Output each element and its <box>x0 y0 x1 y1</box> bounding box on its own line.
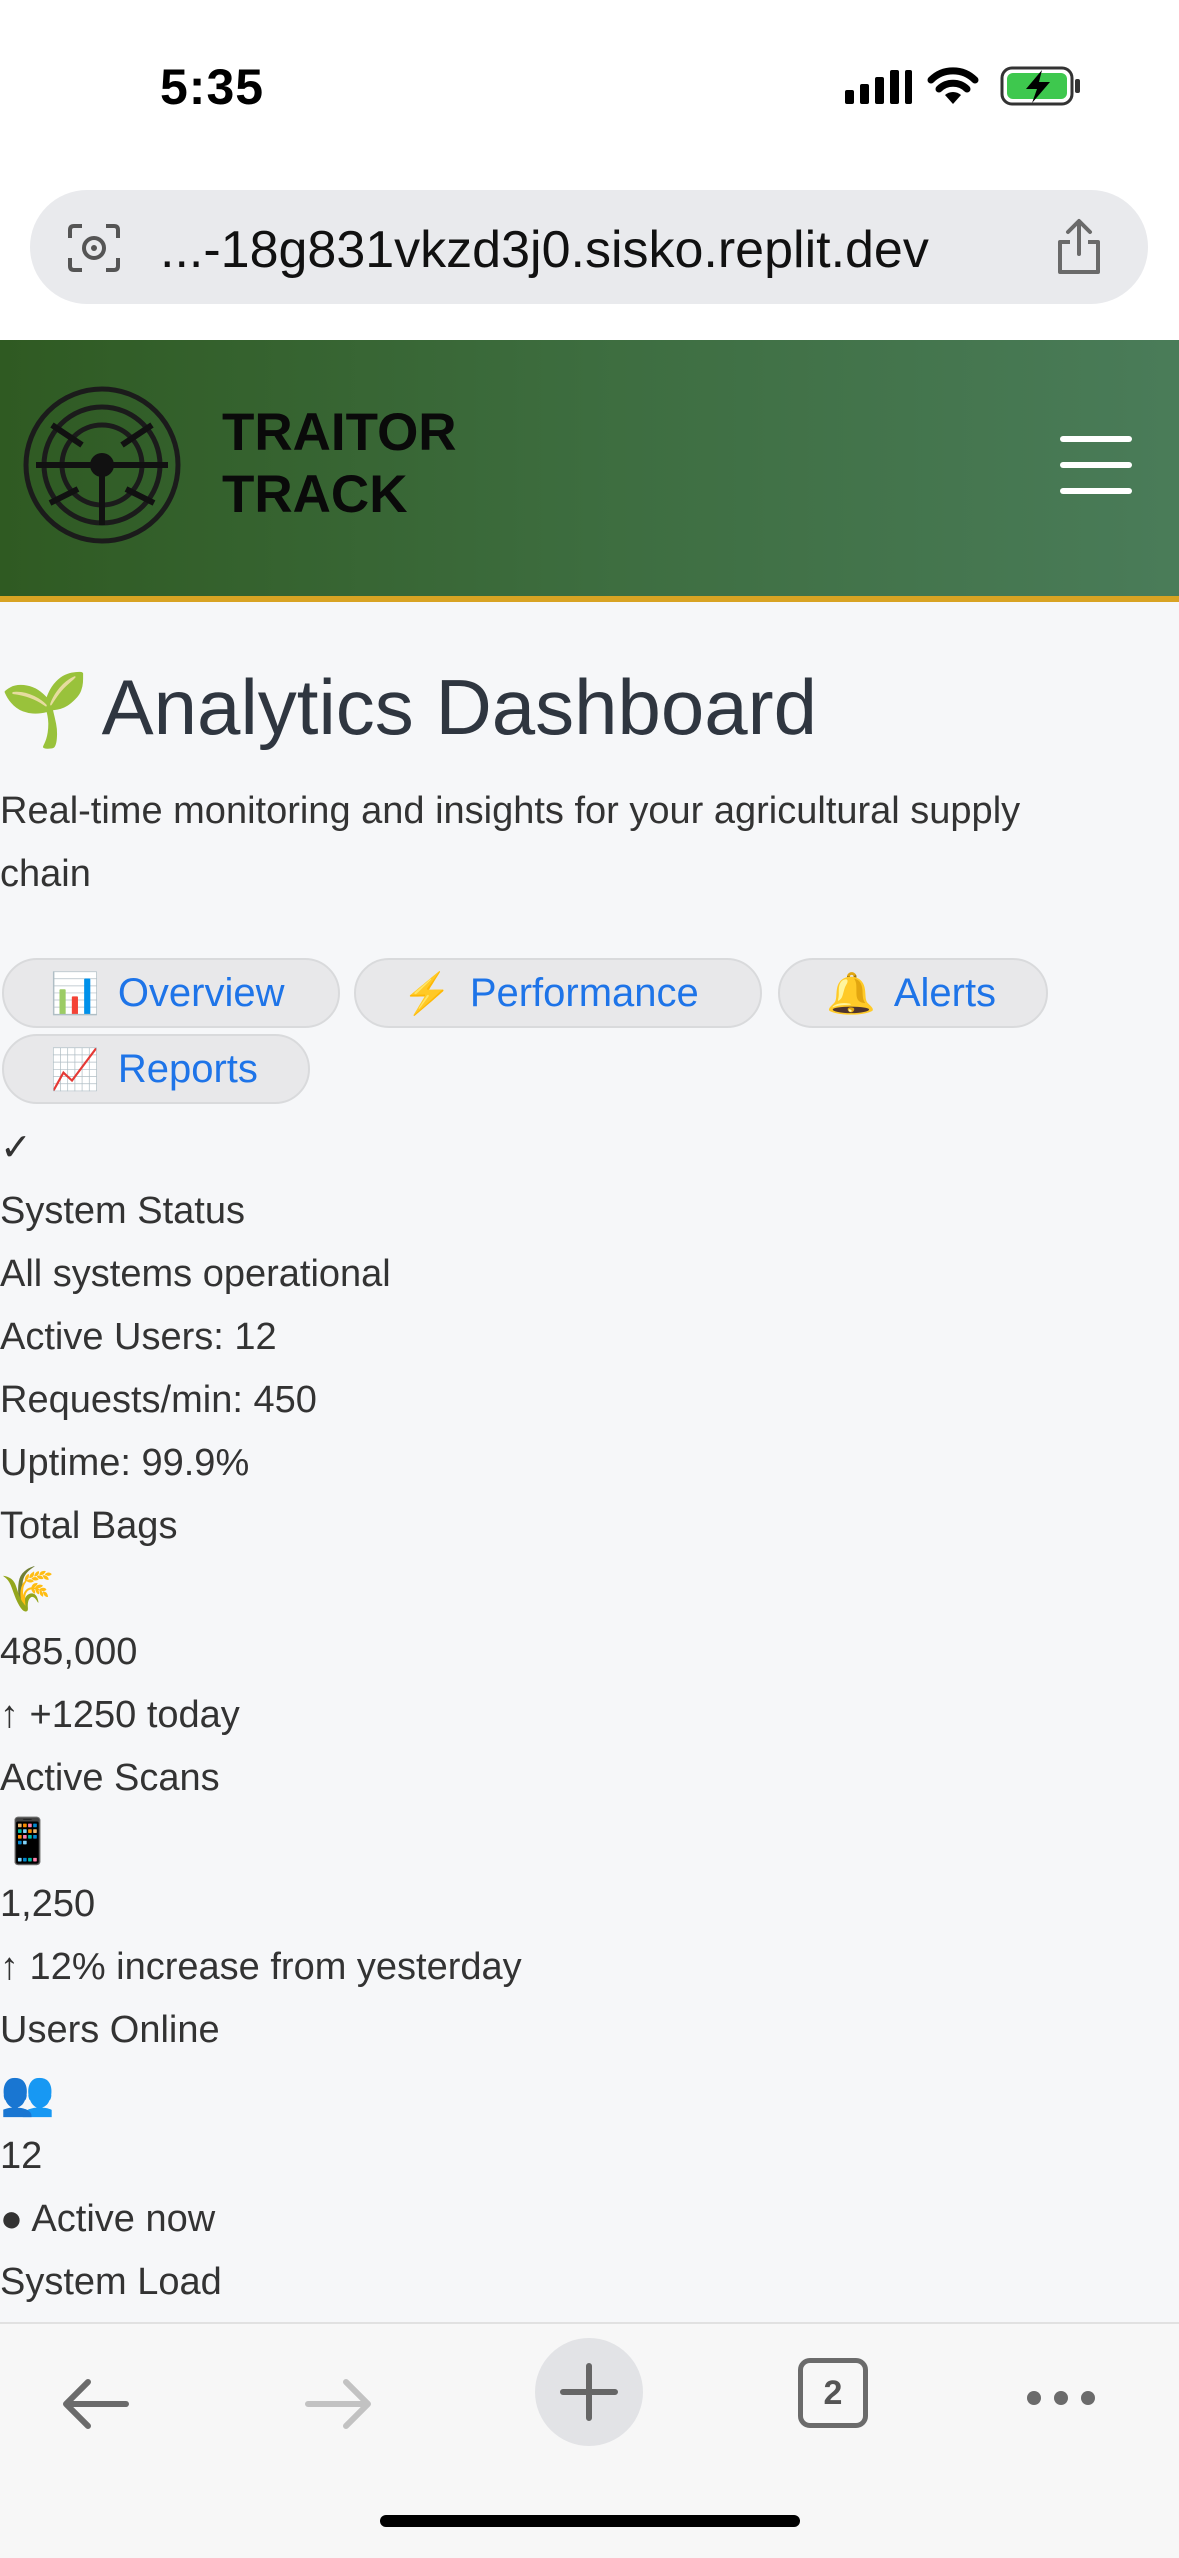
app-header: TRAITOR TRACK <box>0 340 1179 602</box>
share-icon[interactable] <box>1050 216 1108 278</box>
tab-label: Overview <box>117 970 285 1015</box>
page-title-text: Analytics Dashboard <box>101 663 818 751</box>
dashboard-content: 🌱 Analytics Dashboard Real-time monitorin… <box>0 602 1179 2322</box>
cellular-signal-icon <box>845 70 912 104</box>
tab-count: 2 <box>823 2373 843 2412</box>
users-online-status: ● Active now <box>0 2198 216 2240</box>
tab-performance[interactable]: ⚡ Performance <box>354 958 762 1028</box>
logo-icon[interactable] <box>22 385 182 545</box>
system-status-message: All systems operational <box>0 1253 391 1295</box>
tab-reports[interactable]: 📈 Reports <box>2 1034 310 1104</box>
clock: 5:35 <box>160 59 265 115</box>
active-users-stat: Active Users: 12 <box>0 1316 277 1358</box>
users-online-label: Users Online <box>0 2009 220 2051</box>
total-bags-value: 485,000 <box>0 1631 138 1673</box>
bell-icon: 🔔 <box>826 971 876 1016</box>
uptime-stat: Uptime: 99.9% <box>0 1442 250 1484</box>
status-bar: 5:35 <box>0 0 1179 180</box>
brand-line-2: TRACK <box>222 465 408 524</box>
system-status-label: System Status <box>0 1190 245 1232</box>
users-icon: 👥 <box>0 2069 55 2118</box>
dashboard-metrics: ✓ System Status All systems operational … <box>0 1117 522 2314</box>
plus-icon <box>560 2363 618 2421</box>
more-options-icon[interactable] <box>1024 2386 1098 2410</box>
browser-address-bar: ...-18g831vkzd3j0.sisko.replit.dev <box>0 180 1179 340</box>
tab-overview[interactable]: 📊 Overview <box>2 958 340 1028</box>
check-icon: ✓ <box>0 1127 32 1169</box>
page-subtitle: Real-time monitoring and insights for yo… <box>0 790 1021 895</box>
tab-label: Reports <box>117 1046 258 1091</box>
active-scans-value: 1,250 <box>0 1883 96 1925</box>
wifi-icon <box>927 67 979 104</box>
brand-line-1: TRAITOR <box>222 403 457 462</box>
url-text: ...-18g831vkzd3j0.sisko.replit.dev <box>160 221 929 279</box>
trending-up-chart-icon: 📈 <box>50 1047 100 1092</box>
bar-chart-icon: 📊 <box>50 971 100 1016</box>
system-load-label: System Load <box>0 2261 222 2303</box>
seedling-icon: 🌱 <box>0 670 90 750</box>
home-indicator <box>380 2515 800 2527</box>
tab-alerts[interactable]: 🔔 Alerts <box>778 958 1048 1028</box>
tab-label: Performance <box>469 970 699 1015</box>
tab-label: Alerts <box>893 970 997 1015</box>
hamburger-menu-icon[interactable] <box>1060 436 1132 514</box>
total-bags-change: ↑ +1250 today <box>0 1694 240 1736</box>
requests-per-min-stat: Requests/min: 450 <box>0 1379 317 1421</box>
camera-search-icon[interactable] <box>64 220 124 276</box>
lightning-icon: ⚡ <box>402 971 452 1016</box>
back-arrow-icon[interactable] <box>58 2374 132 2434</box>
total-bags-label: Total Bags <box>0 1505 178 1547</box>
page-title: 🌱 Analytics Dashboard <box>0 662 817 753</box>
brand-name: TRAITOR TRACK <box>222 402 457 526</box>
mobile-phone-icon: 📱 <box>0 1817 55 1866</box>
url-field[interactable]: ...-18g831vkzd3j0.sisko.replit.dev <box>30 190 1148 304</box>
tab-switcher-button[interactable]: 2 <box>798 2358 868 2428</box>
users-online-value: 12 <box>0 2135 43 2177</box>
wheat-icon: 🌾 <box>0 1565 55 1614</box>
active-scans-change: ↑ 12% increase from yesterday <box>0 1946 522 1988</box>
battery-charging-icon <box>1000 66 1080 106</box>
active-scans-label: Active Scans <box>0 1757 220 1799</box>
new-tab-button[interactable] <box>535 2338 643 2446</box>
forward-arrow-icon[interactable] <box>302 2374 376 2434</box>
